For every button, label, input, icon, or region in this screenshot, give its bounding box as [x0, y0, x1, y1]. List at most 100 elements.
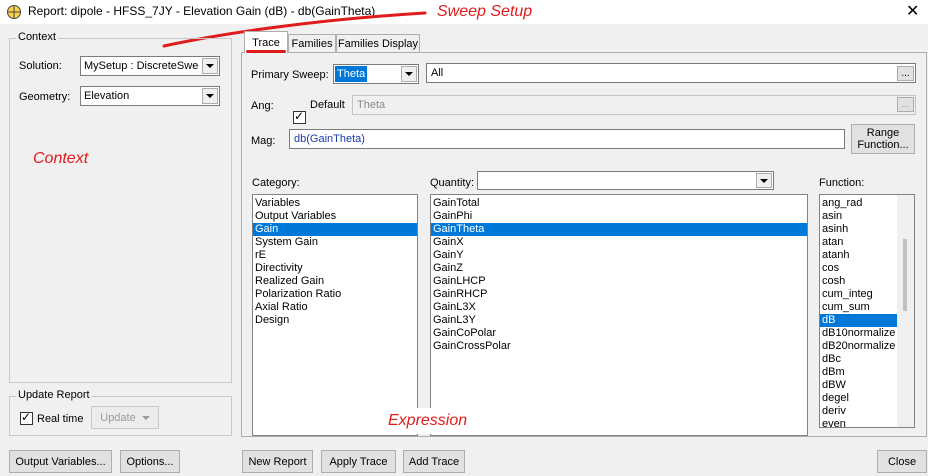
- category-list-item[interactable]: Output Variables: [253, 210, 417, 223]
- add-trace-button[interactable]: Add Trace: [403, 450, 465, 473]
- options-button[interactable]: Options...: [120, 450, 180, 473]
- primary-sweep-label: Primary Sweep:: [251, 69, 329, 81]
- chevron-down-icon: [756, 173, 772, 188]
- quantity-list-item[interactable]: GainZ: [431, 262, 807, 275]
- category-list-item[interactable]: Variables: [253, 197, 417, 210]
- sweep-range-value: All: [431, 67, 444, 79]
- options-label: Options...: [126, 455, 174, 468]
- category-list-item[interactable]: Directivity: [253, 262, 417, 275]
- sweep-range-field[interactable]: All: [426, 63, 916, 83]
- function-list-item[interactable]: atanh: [820, 249, 898, 262]
- chevron-down-icon: [202, 88, 218, 104]
- category-listbox[interactable]: Variables Output Variables Gain System Gain…: [252, 194, 418, 436]
- tab-families-display[interactable]: Families Display: [336, 34, 420, 52]
- function-list-item[interactable]: even: [820, 418, 898, 427]
- tab-trace-label: Trace: [252, 36, 280, 49]
- function-list-item[interactable]: dBc: [820, 353, 898, 366]
- quantity-list-item[interactable]: GainL3X: [431, 301, 807, 314]
- realtime-label: Real time: [37, 413, 84, 425]
- range-function-label-1: Range: [866, 127, 900, 139]
- quantity-listbox[interactable]: GainTotal GainPhi GainTheta GainX GainY GainZ…: [430, 194, 808, 436]
- function-list-item[interactable]: deriv: [820, 405, 898, 418]
- dropdown-arrow-icon: [141, 415, 150, 420]
- crosshair-circle-icon: [7, 5, 21, 19]
- quantity-list-item[interactable]: GainCoPolar: [431, 327, 807, 340]
- category-list-item[interactable]: System Gain: [253, 236, 417, 249]
- function-list-item[interactable]: dB20normalize: [820, 340, 898, 353]
- context-group-label: Context: [16, 31, 58, 43]
- update-button[interactable]: Update: [91, 406, 159, 429]
- tab-families-label: Families: [291, 37, 333, 50]
- update-report-group-label: Update Report: [16, 389, 92, 401]
- function-list-item[interactable]: atan: [820, 236, 898, 249]
- quantity-list-item[interactable]: GainTotal: [431, 197, 807, 210]
- default-checkbox[interactable]: ✓: [293, 109, 306, 124]
- function-list-item[interactable]: ang_rad: [820, 197, 898, 210]
- quantity-list-item[interactable]: GainLHCP: [431, 275, 807, 288]
- geometry-label: Geometry:: [19, 91, 71, 103]
- function-scrollbar[interactable]: [897, 195, 914, 427]
- ang-field[interactable]: Theta: [352, 95, 916, 115]
- category-label: Category:: [252, 177, 300, 189]
- function-scrollbar-thumb[interactable]: [903, 239, 907, 311]
- close-label: Close: [887, 455, 917, 468]
- function-list-item[interactable]: dBm: [820, 366, 898, 379]
- category-list-item[interactable]: Realized Gain: [253, 275, 417, 288]
- new-report-label: New Report: [248, 455, 307, 468]
- function-list-item[interactable]: cum_integ: [820, 288, 898, 301]
- solution-value: MySetup : DiscreteSweep: [84, 60, 199, 72]
- category-list-item[interactable]: Gain: [253, 223, 417, 236]
- quantity-list-item[interactable]: GainX: [431, 236, 807, 249]
- annotation-context: Context: [33, 150, 89, 167]
- update-button-label: Update: [100, 411, 136, 424]
- range-function-label-2: Function...: [857, 139, 909, 151]
- tab-families-display-label: Families Display: [337, 37, 419, 50]
- quantity-list-item[interactable]: GainCrossPolar: [431, 340, 807, 353]
- quantity-filter-dropdown[interactable]: [477, 171, 774, 190]
- quantity-list-item[interactable]: GainL3Y: [431, 314, 807, 327]
- primary-sweep-value: Theta: [335, 66, 368, 82]
- primary-sweep-dropdown[interactable]: Theta: [333, 64, 419, 84]
- function-list-item[interactable]: degel: [820, 392, 898, 405]
- quantity-list-item[interactable]: GainRHCP: [431, 288, 807, 301]
- tab-families[interactable]: Families: [288, 34, 336, 52]
- ellipsis-label: ...: [901, 99, 910, 110]
- category-list-item[interactable]: Polarization Ratio: [253, 288, 417, 301]
- geometry-value: Elevation: [84, 90, 130, 102]
- quantity-list-item[interactable]: GainPhi: [431, 210, 807, 223]
- solution-dropdown[interactable]: MySetup : DiscreteSweep: [80, 56, 220, 76]
- function-list-item[interactable]: dB10normalize: [820, 327, 898, 340]
- chevron-down-icon: [401, 66, 417, 82]
- quantity-list-item[interactable]: GainY: [431, 249, 807, 262]
- quantity-list-item[interactable]: GainTheta: [431, 223, 807, 236]
- add-trace-label: Add Trace: [408, 455, 460, 468]
- output-variables-button[interactable]: Output Variables...: [9, 450, 112, 473]
- annotation-expression: Expression: [388, 412, 468, 429]
- ang-label: Ang:: [251, 100, 274, 112]
- function-list-item[interactable]: cos: [820, 262, 898, 275]
- category-list-item[interactable]: rE: [253, 249, 417, 262]
- apply-trace-button[interactable]: Apply Trace: [321, 450, 396, 473]
- mag-label: Mag:: [251, 135, 276, 147]
- category-list-item[interactable]: Axial Ratio: [253, 301, 417, 314]
- function-list-item[interactable]: cosh: [820, 275, 898, 288]
- ang-value: Theta: [357, 99, 386, 111]
- function-list-item[interactable]: dBW: [820, 379, 898, 392]
- function-list-item[interactable]: asinh: [820, 223, 898, 236]
- ang-ellipsis-button[interactable]: ...: [897, 97, 914, 112]
- close-window-icon[interactable]: ✕: [906, 1, 919, 20]
- function-list-item[interactable]: cum_sum: [820, 301, 898, 314]
- sweep-range-ellipsis-button[interactable]: ...: [897, 66, 914, 81]
- annotation-trace-underline: [246, 50, 286, 53]
- realtime-checkbox[interactable]: ✓: [20, 410, 33, 425]
- quantity-label: Quantity:: [430, 177, 475, 189]
- range-function-button[interactable]: Range Function...: [851, 124, 915, 154]
- function-list-item[interactable]: dB: [820, 314, 898, 327]
- geometry-dropdown[interactable]: Elevation: [80, 86, 220, 106]
- close-button[interactable]: Close: [877, 450, 927, 473]
- new-report-button[interactable]: New Report: [242, 450, 313, 473]
- mag-expression-field[interactable]: db(GainTheta): [289, 129, 845, 149]
- function-listbox[interactable]: ang_rad asin asinh atan atanh cos cosh cum_inte…: [819, 194, 915, 428]
- category-list-item[interactable]: Design: [253, 314, 417, 327]
- function-list-item[interactable]: asin: [820, 210, 898, 223]
